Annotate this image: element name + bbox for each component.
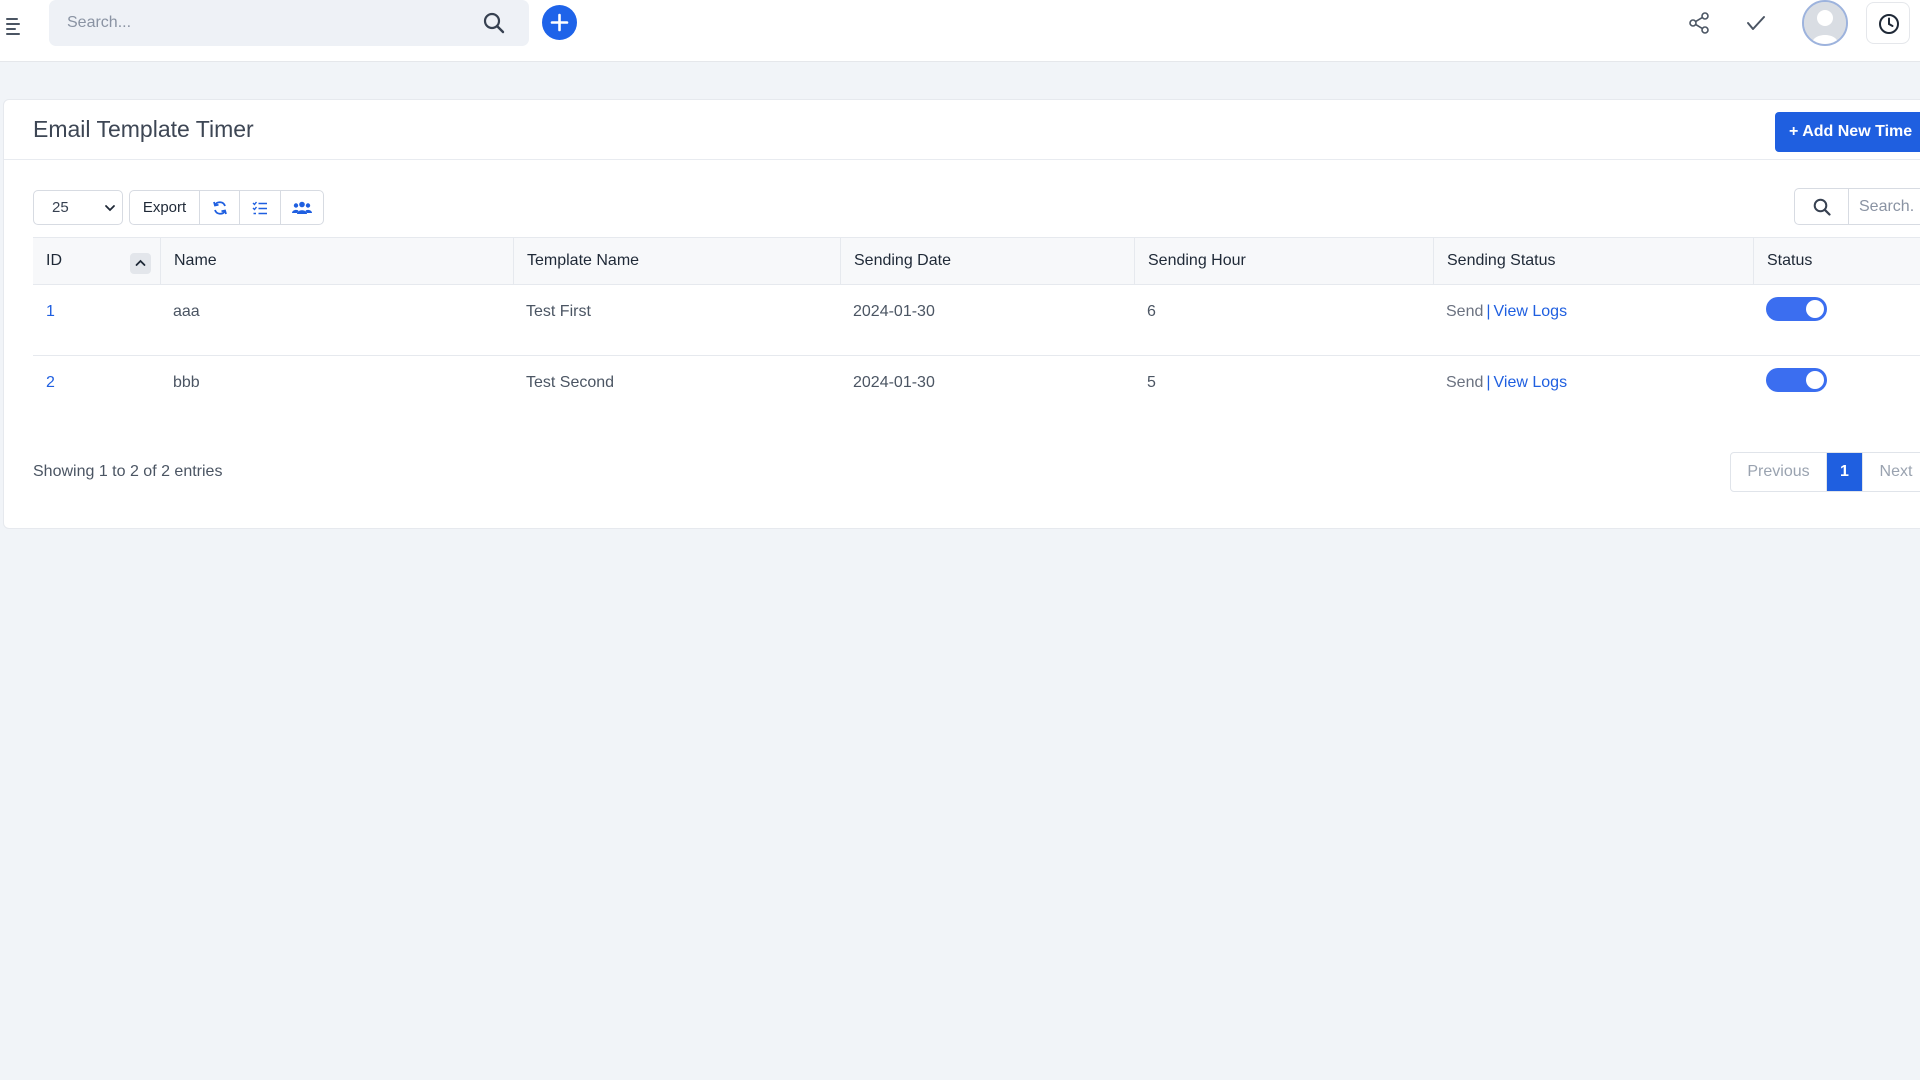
status-toggle[interactable]: [1766, 297, 1827, 321]
entries-info: Showing 1 to 2 of 2 entries: [33, 463, 223, 480]
separator: |: [1486, 374, 1491, 391]
users-filter-button[interactable]: [281, 191, 323, 224]
clock-button[interactable]: [1866, 2, 1910, 44]
top-navbar: [0, 0, 1920, 62]
refresh-button[interactable]: [200, 191, 240, 224]
status-toggle[interactable]: [1766, 368, 1827, 392]
row-id-link[interactable]: 2: [46, 374, 55, 392]
toggle-knob: [1806, 371, 1824, 389]
table-search-input[interactable]: [1859, 189, 1920, 224]
chevron-up-icon: [135, 259, 146, 266]
column-header-name[interactable]: Name: [160, 238, 513, 284]
chevron-down-icon: [105, 205, 115, 212]
previous-page-button[interactable]: Previous: [1731, 453, 1827, 491]
avatar[interactable]: [1802, 0, 1848, 46]
row-sending-date: 2024-01-30: [853, 374, 935, 391]
quick-add-button[interactable]: [542, 5, 577, 40]
refresh-icon: [212, 200, 227, 215]
column-header-sending-date[interactable]: Sending Date: [840, 238, 1134, 284]
column-header-status[interactable]: Status: [1753, 238, 1920, 284]
separator: |: [1486, 303, 1491, 320]
search-icon[interactable]: [1795, 189, 1849, 224]
toggle-knob: [1806, 300, 1824, 318]
row-sending-date: 2024-01-30: [853, 303, 935, 320]
row-sending-status: Send | View Logs: [1446, 303, 1567, 321]
column-header-label: ID: [46, 252, 62, 269]
menu-icon[interactable]: [4, 14, 22, 36]
search-icon[interactable]: [483, 12, 505, 34]
table-row: 1 aaa Test First 2024-01-30 6 Send | View …: [33, 285, 1920, 356]
column-header-id[interactable]: ID: [33, 238, 160, 284]
list-check-icon: [252, 201, 267, 214]
timer-card: Email Template Timer + Add New Time 25 E…: [3, 99, 1920, 529]
table-row: 2 bbb Test Second 2024-01-30 5 Send | View…: [33, 356, 1920, 427]
row-id-link[interactable]: 1: [46, 303, 55, 321]
global-search-input[interactable]: [67, 0, 467, 46]
page-title: Email Template Timer: [33, 116, 254, 142]
clock-icon: [1879, 14, 1899, 34]
users-icon: [292, 201, 312, 214]
page-size-value: 25: [52, 199, 69, 216]
column-header-sending-status[interactable]: Sending Status: [1433, 238, 1753, 284]
global-search: [49, 0, 529, 46]
column-list-button[interactable]: [240, 191, 281, 224]
sort-asc-button[interactable]: [130, 253, 151, 274]
row-sending-hour: 5: [1147, 374, 1156, 391]
row-template-name: Test Second: [526, 374, 615, 391]
share-icon[interactable]: [1686, 10, 1712, 36]
send-link[interactable]: Send: [1446, 374, 1483, 391]
view-logs-link[interactable]: View Logs: [1494, 303, 1568, 320]
row-sending-hour: 6: [1147, 303, 1156, 320]
card-header: Email Template Timer + Add New Time: [4, 100, 1920, 160]
add-new-timer-button[interactable]: + Add New Time: [1775, 112, 1920, 152]
table-actions: Export: [129, 190, 324, 225]
view-logs-link[interactable]: View Logs: [1494, 374, 1568, 391]
row-name: aaa: [173, 303, 200, 320]
column-header-template-name[interactable]: Template Name: [513, 238, 840, 284]
pagination: Previous 1 Next: [1730, 452, 1920, 492]
next-page-button[interactable]: Next: [1863, 453, 1920, 491]
check-icon[interactable]: [1743, 10, 1769, 36]
table-header: ID Name Template Name Sending Date Sendi…: [33, 237, 1920, 285]
row-name: bbb: [173, 374, 200, 391]
export-button[interactable]: Export: [130, 191, 200, 224]
page-size-select[interactable]: 25: [33, 190, 123, 225]
table-search: [1794, 188, 1920, 225]
column-header-sending-hour[interactable]: Sending Hour: [1134, 238, 1433, 284]
plus-icon: [550, 13, 569, 32]
row-template-name: Test First: [526, 303, 591, 320]
send-link[interactable]: Send: [1446, 303, 1483, 320]
row-sending-status: Send | View Logs: [1446, 374, 1567, 392]
page-1-button[interactable]: 1: [1827, 453, 1863, 491]
